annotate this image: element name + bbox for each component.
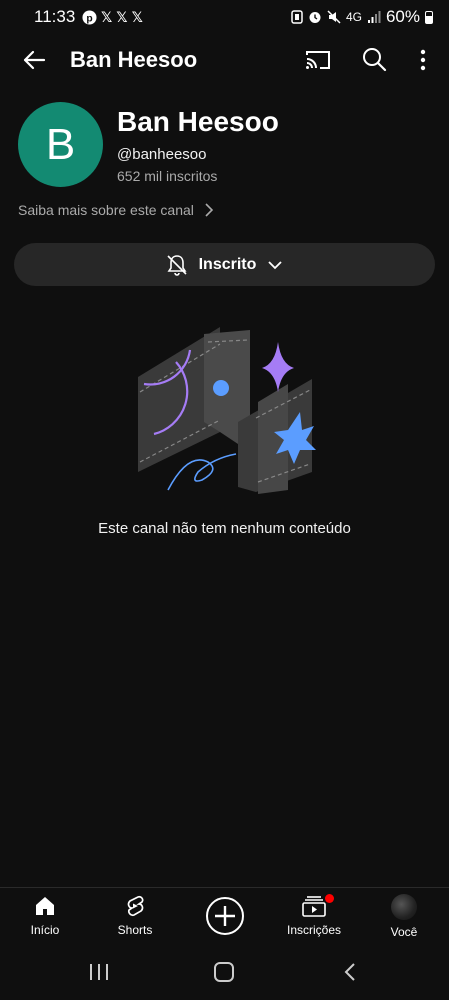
cast-icon[interactable]	[305, 47, 331, 73]
more-about-label: Saiba mais sobre este canal	[18, 202, 194, 218]
pinterest-icon: p	[82, 9, 97, 25]
channel-handle: @banheesoo	[117, 146, 207, 163]
nav-home[interactable]: Início	[5, 894, 85, 937]
signal-icon	[367, 11, 381, 23]
channel-avatar: B	[18, 102, 103, 187]
nav-shorts[interactable]: Shorts	[95, 894, 175, 937]
recent-apps-icon[interactable]	[88, 963, 110, 981]
more-about-channel-link[interactable]: Saiba mais sobre este canal	[18, 202, 214, 218]
system-back-icon[interactable]	[341, 962, 359, 982]
status-right: 4G 60%	[291, 7, 433, 27]
subscriptions-icon	[302, 896, 326, 917]
nav-you-label: Você	[390, 925, 418, 939]
system-navigation-bar	[0, 945, 449, 1000]
home-button-icon[interactable]	[214, 962, 234, 982]
subscribed-label: Inscrito	[198, 255, 257, 273]
top-app-bar: Ban Heesoo	[0, 40, 449, 80]
chevron-right-icon	[205, 203, 214, 217]
nav-subscriptions-label: Inscrições	[286, 923, 342, 937]
mute-icon	[327, 10, 341, 24]
page-title: Ban Heesoo	[70, 47, 198, 72]
search-icon[interactable]	[361, 46, 387, 72]
alarm-icon	[309, 12, 321, 23]
x-icon: 𝕏	[131, 9, 143, 25]
empty-state-message: Este canal não tem nenhum conteúdo	[98, 520, 351, 537]
channel-name: Ban Heesoo	[117, 106, 279, 137]
more-vertical-icon[interactable]	[413, 46, 433, 74]
notification-dot	[325, 894, 334, 903]
bottom-navigation: Início Shorts Inscrições Você	[0, 887, 449, 945]
status-time: 11:33	[34, 7, 76, 26]
x-icon: 𝕏	[116, 9, 128, 25]
nav-create[interactable]	[185, 896, 265, 936]
battery-percent: 60%	[385, 7, 420, 26]
shorts-icon	[127, 895, 144, 917]
avatar	[391, 894, 417, 920]
nav-shorts-label: Shorts	[117, 923, 153, 937]
network-type: 4G	[345, 10, 362, 24]
svg-text:p: p	[86, 13, 92, 24]
chevron-down-icon	[268, 260, 283, 269]
subscribed-button[interactable]: Inscrito	[14, 243, 435, 286]
back-arrow-icon[interactable]	[20, 46, 48, 74]
subscriber-count: 652 mil inscritos	[117, 168, 218, 184]
status-bar: 11:33 p 𝕏 𝕏 𝕏 4G 60%	[0, 0, 449, 34]
home-icon	[36, 897, 54, 915]
battery-icon	[425, 10, 433, 24]
bell-off-icon	[167, 254, 187, 276]
create-icon	[206, 897, 244, 935]
notification-icons: p 𝕏 𝕏 𝕏	[82, 9, 143, 25]
x-icon: 𝕏	[101, 9, 113, 25]
nav-home-label: Início	[30, 923, 60, 937]
nfc-icon	[291, 10, 303, 24]
nav-you[interactable]: Você	[364, 894, 444, 939]
empty-channel-illustration	[138, 327, 316, 494]
nav-subscriptions[interactable]: Inscrições	[274, 894, 354, 937]
